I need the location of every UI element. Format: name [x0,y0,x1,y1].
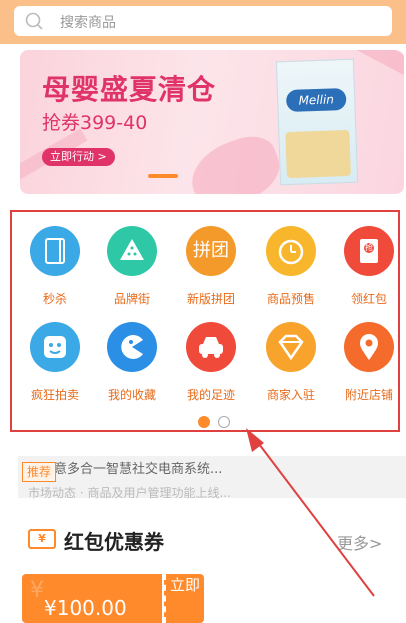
coupon-amount: ¥100.00 [44,596,127,620]
recommend-tag: 推荐 [22,462,57,482]
claim-button-label: 立即 [169,576,200,594]
diamond-icon [266,322,316,372]
nav-label: 商家入驻 [266,388,315,402]
product-box-image: Mellin [275,58,359,186]
nav-label: 新版拼团 [186,292,235,306]
more-link[interactable]: 更多> [337,530,382,554]
search-icon [25,12,43,30]
watermelon-icon [107,226,157,276]
nav-pager [198,416,238,430]
location-pin-icon [344,322,394,372]
coupon-card[interactable]: ¥ ¥100.00 [22,574,162,623]
promo-banner[interactable]: 母婴盛夏清仓 抢券399-40 立即行动 > Mellin [20,50,404,194]
pager-dot[interactable] [218,416,230,428]
nav-item-group-buy[interactable]: 拼团 新版拼团 [174,226,248,316]
banner-page-indicator [148,174,178,178]
news-headline: 新海意多合一智慧社交电商系统... [28,462,223,477]
nav-item-red-envelope[interactable]: 抢 领红包 [332,226,406,316]
book-icon [30,226,80,276]
nav-label: 秒杀 [42,292,67,306]
nav-label: 领红包 [350,292,387,306]
nav-item-seckill[interactable]: 秒杀 [18,226,92,316]
banner-title: 母婴盛夏清仓 [42,73,217,106]
nav-item-favorites[interactable]: 我的收藏 [95,322,169,412]
news-ticker[interactable]: 新海意多合一智慧社交电商系统... 推荐 市场动态 · 商品及用户管理功能上线.… [18,456,406,500]
nav-label: 我的收藏 [107,388,156,402]
banner-action-button[interactable]: 立即行动 > [42,148,115,166]
search-placeholder: 搜索商品 [60,15,116,31]
nav-label: 品牌街 [113,292,150,306]
car-icon [186,322,236,372]
nav-item-nearby-stores[interactable]: 附近店铺 [332,322,406,412]
coupon-section-header: ¥ 红包优惠券 更多> [0,520,406,560]
news-subline: 市场动态 · 商品及用户管理功能上线... [28,486,231,500]
group-buy-icon: 拼团 [186,226,236,276]
envelope-glyph: 抢 [365,243,373,252]
category-nav-grid: 秒杀 品牌街 拼团 新版拼团 商品预售 抢 领红包 疯狂拍卖 我的收藏 我的足迹… [10,210,400,432]
nav-item-auction[interactable]: 疯狂拍卖 [18,322,92,412]
pacman-icon [107,322,157,372]
nav-item-brand-street[interactable]: 品牌街 [95,226,169,316]
banner-subtitle: 抢券399-40 [42,112,148,134]
ticket-icon: ¥ [28,529,56,549]
nav-label: 附近店铺 [344,388,393,402]
top-bar: 搜索商品 [0,0,406,44]
nav-label: 我的足迹 [186,388,235,402]
nav-item-merchant-join[interactable]: 商家入驻 [254,322,328,412]
petal-decoration [182,128,288,194]
section-title: 红包优惠券 [64,530,164,554]
search-input[interactable]: 搜索商品 [14,6,392,36]
robot-face-icon [30,322,80,372]
clock-icon [266,226,316,276]
pasta-image [285,129,351,179]
nav-label: 疯狂拍卖 [30,388,79,402]
red-envelope-icon: 抢 [344,226,394,276]
group-buy-glyph: 拼团 [193,240,229,261]
pager-dot-active[interactable] [198,416,210,428]
nav-item-footprints[interactable]: 我的足迹 [174,322,248,412]
nav-label: 商品预售 [266,292,315,306]
coupon-claim-button[interactable]: 立即 [164,574,204,623]
product-brand-logo: Mellin [285,87,347,113]
nav-item-presale[interactable]: 商品预售 [254,226,328,316]
coupon-watermark: ¥ [30,578,44,603]
